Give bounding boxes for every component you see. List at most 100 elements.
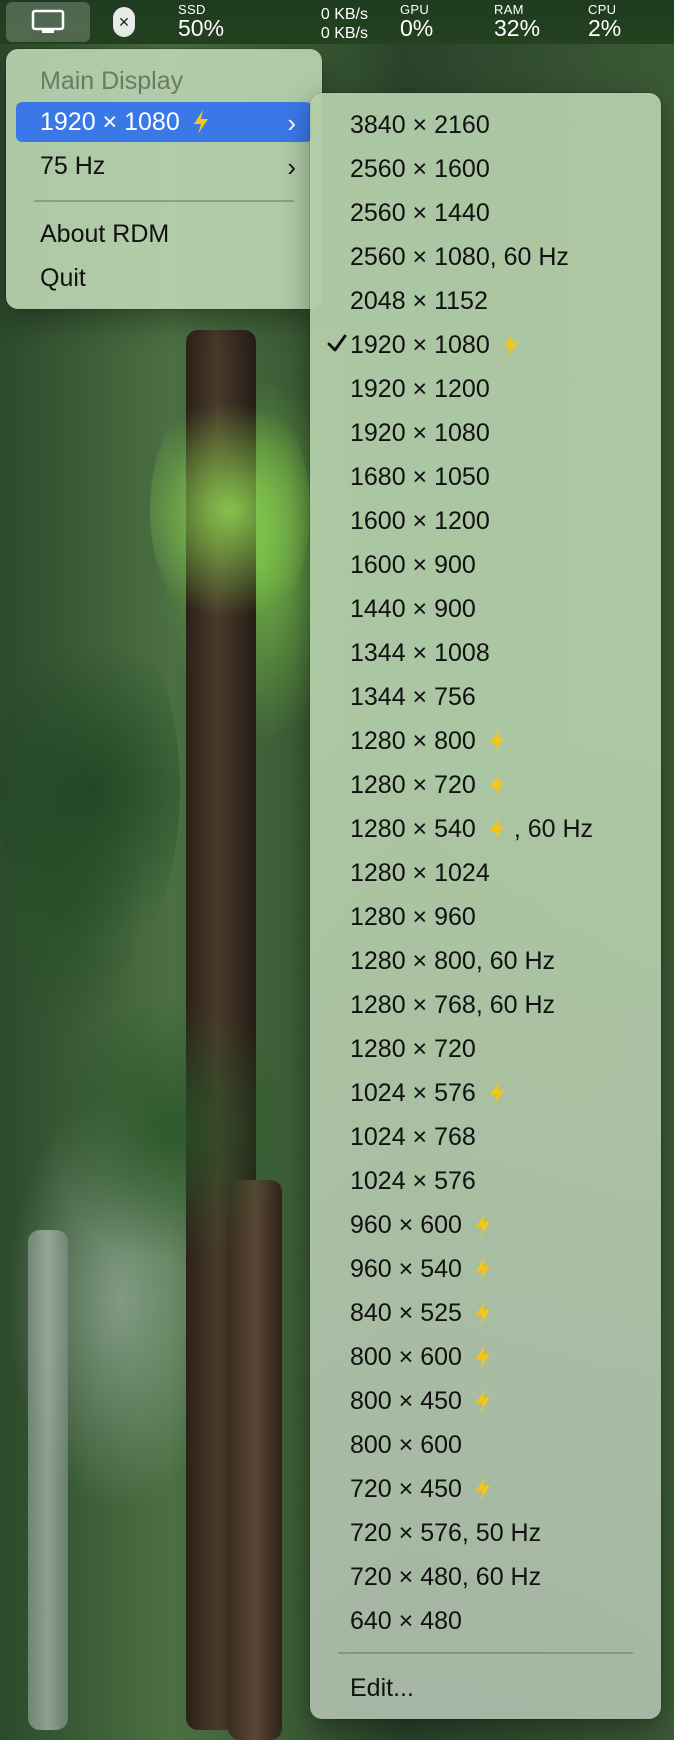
resolution-label: 1280 × 720 (350, 770, 476, 799)
resolution-label: 1344 × 1008 (350, 638, 490, 667)
resolution-item[interactable]: 960 × 540 (320, 1247, 651, 1291)
resolution-item[interactable]: 720 × 576, 50 Hz (320, 1511, 651, 1555)
resolution-label: 2560 × 1080, 60 Hz (350, 242, 569, 271)
resolution-item[interactable]: 1344 × 756 (320, 675, 651, 719)
resolution-item[interactable]: 1440 × 900 (320, 587, 651, 631)
menu-item-resolution[interactable]: 1920 × 1080 › (16, 102, 312, 142)
close-x-icon[interactable]: ✕ (113, 7, 135, 37)
lightning-icon (475, 1477, 490, 1501)
resolution-label: 1280 × 540 (350, 814, 476, 843)
resolution-label: 1920 × 1200 (350, 374, 490, 403)
resolution-label: 1024 × 576 (350, 1078, 476, 1107)
resolution-item[interactable]: 1280 × 1024 (320, 851, 651, 895)
resolution-item[interactable]: 1280 × 960 (320, 895, 651, 939)
resolution-item[interactable]: 1280 × 800, 60 Hz (320, 939, 651, 983)
menu-item-quit[interactable]: Quit (16, 258, 312, 298)
resolution-label: 1280 × 800 (350, 726, 476, 755)
lightning-icon (475, 1301, 490, 1325)
resolution-item[interactable]: 1024 × 768 (320, 1115, 651, 1159)
resolution-item[interactable]: 800 × 600 (320, 1335, 651, 1379)
lightning-icon (489, 1081, 504, 1105)
ssd-stat[interactable]: SSD 50% (178, 3, 224, 40)
resolution-label: 1280 × 800, 60 Hz (350, 946, 556, 975)
resolution-item[interactable]: 1024 × 576 (320, 1071, 651, 1115)
menu-separator (34, 200, 294, 202)
resolution-item[interactable]: 2560 × 1440 (320, 191, 651, 235)
display-menu-extra[interactable] (6, 2, 90, 42)
resolution-item[interactable]: 3840 × 2160 (320, 103, 651, 147)
ram-stat[interactable]: RAM 32% (494, 3, 540, 40)
resolution-label: 1920 × 1080 (40, 107, 180, 136)
resolution-item[interactable]: 800 × 450 (320, 1379, 651, 1423)
cpu-stat[interactable]: CPU 2% (588, 3, 621, 40)
resolution-item[interactable]: 960 × 600 (320, 1203, 651, 1247)
resolution-label: 1600 × 900 (350, 550, 476, 579)
menu-separator (338, 1652, 633, 1654)
resolution-item[interactable]: 1344 × 1008 (320, 631, 651, 675)
resolution-submenu: 3840 × 2160 2560 × 1600 2560 × 1440 2560 × … (310, 93, 661, 1719)
ssd-value: 50% (178, 15, 225, 41)
resolution-label: 840 × 525 (350, 1298, 462, 1327)
lightning-icon (489, 773, 504, 797)
resolution-item[interactable]: 840 × 525 (320, 1291, 651, 1335)
resolution-item[interactable]: 2048 × 1152 (320, 279, 651, 323)
resolution-item[interactable]: 1280 × 720 (320, 1027, 651, 1071)
chevron-right-icon: › (287, 108, 296, 138)
resolution-item[interactable]: 1280 × 800 (320, 719, 651, 763)
resolution-item[interactable]: 1600 × 900 (320, 543, 651, 587)
resolution-label: 720 × 576, 50 Hz (350, 1518, 542, 1547)
menu-item-about[interactable]: About RDM (16, 214, 312, 254)
lightning-icon (475, 1257, 490, 1281)
resolution-label: 1680 × 1050 (350, 462, 490, 491)
resolution-item[interactable]: 720 × 450 (320, 1467, 651, 1511)
gpu-stat[interactable]: GPU 0% (400, 3, 433, 40)
resolution-item[interactable]: 1280 × 720 (320, 763, 651, 807)
resolution-label: 960 × 600 (350, 1210, 462, 1239)
resolution-label: 1024 × 576 (350, 1166, 476, 1195)
main-menu: Main Display 1920 × 1080 › 75 Hz › About… (6, 49, 322, 309)
resolution-label: 1440 × 900 (350, 594, 476, 623)
resolution-label: 2560 × 1440 (350, 198, 490, 227)
resolution-item[interactable]: 1920 × 1080 (320, 323, 651, 367)
resolution-item[interactable]: 640 × 480 (320, 1599, 651, 1643)
resolution-item[interactable]: 1920 × 1080 (320, 411, 651, 455)
foliage (150, 380, 310, 640)
resolution-label: 2560 × 1600 (350, 154, 490, 183)
resolution-item[interactable]: 800 × 600 (320, 1423, 651, 1467)
resolution-item[interactable]: 1680 × 1050 (320, 455, 651, 499)
menu-item-edit[interactable]: Edit... (320, 1666, 651, 1710)
resolution-item[interactable]: 2560 × 1600 (320, 147, 651, 191)
menu-bar: ✕ SSD 50% 0 KB/s 0 KB/s GPU 0% RAM 32% C… (0, 0, 674, 44)
resolution-label: 1280 × 1024 (350, 858, 490, 887)
resolution-item[interactable]: 2560 × 1080, 60 Hz (320, 235, 651, 279)
lightning-icon (193, 110, 208, 134)
resolution-label: 1024 × 768 (350, 1122, 476, 1151)
menu-item-refresh-rate[interactable]: 75 Hz › (16, 146, 312, 186)
resolution-label: 1600 × 1200 (350, 506, 490, 535)
resolution-item[interactable]: 1280 × 768, 60 Hz (320, 983, 651, 1027)
resolution-item[interactable]: 720 × 480, 60 Hz (320, 1555, 651, 1599)
refresh-label: 75 Hz (40, 151, 106, 180)
resolution-item[interactable]: 1600 × 1200 (320, 499, 651, 543)
checkmark-icon (327, 334, 347, 352)
resolution-item[interactable]: 1024 × 576 (320, 1159, 651, 1203)
ram-value: 32% (494, 15, 541, 41)
network-up: 0 KB/s (320, 6, 368, 23)
chevron-right-icon: › (287, 152, 296, 182)
resolution-label: 1280 × 768, 60 Hz (350, 990, 556, 1019)
resolution-label: 720 × 480, 60 Hz (350, 1562, 542, 1591)
tree-trunk (28, 1230, 68, 1730)
resolution-label: 1920 × 1080 (350, 418, 490, 447)
lightning-icon (489, 817, 504, 841)
network-down: 0 KB/s (320, 25, 368, 42)
resolution-label: 1280 × 960 (350, 902, 476, 931)
cpu-value: 2% (588, 15, 622, 41)
foliage (0, 600, 180, 980)
resolution-label: 800 × 450 (350, 1386, 462, 1415)
network-stat[interactable]: 0 KB/s 0 KB/s (312, 5, 368, 43)
resolution-label: 640 × 480 (350, 1606, 462, 1635)
lightning-icon (503, 333, 518, 357)
resolution-label: 720 × 450 (350, 1474, 462, 1503)
resolution-item[interactable]: 1280 × 540 , 60 Hz (320, 807, 651, 851)
resolution-item[interactable]: 1920 × 1200 (320, 367, 651, 411)
